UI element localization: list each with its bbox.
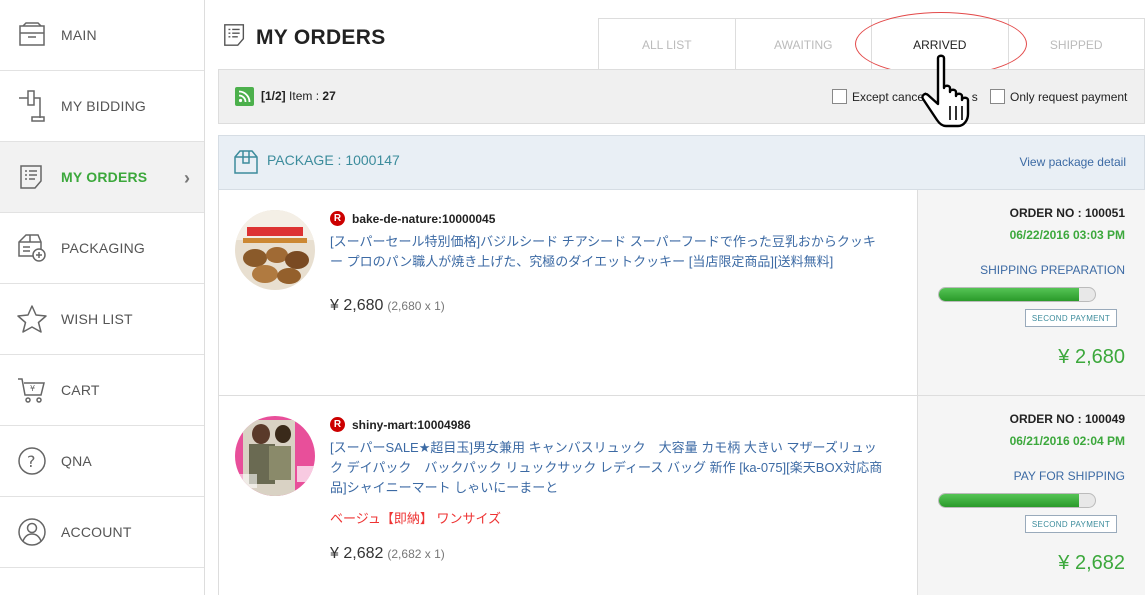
shop-name[interactable]: R shiny-mart:10004986 <box>330 417 471 432</box>
sidebar-item-packaging[interactable]: PACKAGING <box>0 213 204 284</box>
sidebar-item-label: MAIN <box>61 27 97 43</box>
page-indicator: [1/2] <box>261 89 286 103</box>
sidebar-item-cart[interactable]: ¥ CART <box>0 355 204 426</box>
rakuten-icon: R <box>330 417 345 432</box>
order-status: PAY FOR SHIPPING <box>1013 469 1125 483</box>
order-status-panel: ORDER NO : 100049 06/21/2016 02:04 PM PA… <box>917 396 1145 595</box>
shop-id: shiny-mart:10004986 <box>352 417 471 432</box>
sidebar-item-label: MY BIDDING <box>61 98 146 114</box>
cart-icon: ¥ <box>16 374 48 406</box>
price-detail: (2,680 x 1) <box>387 299 445 313</box>
only-request-payment-checkbox[interactable]: Only request payment <box>990 89 1127 104</box>
progress-bar <box>938 493 1096 508</box>
price-detail: (2,682 x 1) <box>387 547 445 561</box>
rakuten-icon: R <box>330 211 345 226</box>
order-date: 06/21/2016 02:04 PM <box>1009 434 1125 448</box>
order-date: 06/22/2016 03:03 PM <box>1009 228 1125 242</box>
order-list-icon <box>222 22 248 53</box>
item-price: ¥ 2,682 (2,682 x 1) <box>330 545 445 563</box>
star-icon <box>16 303 48 335</box>
sidebar-item-account[interactable]: ACCOUNT <box>0 497 204 568</box>
order-status-tabs: ALL LIST AWAITING ARRIVED SHIPPED <box>598 18 1145 70</box>
view-package-detail-link[interactable]: View package detail <box>1019 155 1126 169</box>
order-row: R shiny-mart:10004986 [スーパーSALE★超目玉]男女兼用… <box>218 396 1145 595</box>
inbox-icon <box>16 19 48 51</box>
svg-text:?: ? <box>27 452 36 471</box>
shop-name[interactable]: R bake-de-nature:10000045 <box>330 211 495 226</box>
sidebar-item-label: CART <box>61 382 100 398</box>
checkbox-box[interactable] <box>832 89 847 104</box>
second-payment-button[interactable]: SECOND PAYMENT <box>1025 309 1117 327</box>
svg-text:¥: ¥ <box>30 384 35 393</box>
order-total: ¥ 2,682 <box>1058 552 1125 574</box>
order-status-panel: ORDER NO : 100051 06/22/2016 03:03 PM SH… <box>917 190 1145 395</box>
sidebar-item-qna[interactable]: ? QNA <box>0 426 204 497</box>
checkbox-label: Except cancel <box>852 89 927 104</box>
progress-bar <box>938 287 1096 302</box>
filter-bar: [1/2] Item : 27 Except cancel s Only requ… <box>218 69 1145 124</box>
page-header: MY ORDERS <box>222 22 386 53</box>
package-title: PACKAGE : 1000147 <box>267 152 400 168</box>
product-thumbnail[interactable] <box>235 210 315 290</box>
tab-all-list[interactable]: ALL LIST <box>599 19 736 70</box>
price-value: ¥ 2,680 <box>330 297 384 314</box>
order-total: ¥ 2,680 <box>1058 346 1125 368</box>
order-number: ORDER NO : 100051 <box>1009 206 1125 220</box>
user-icon <box>16 516 48 548</box>
item-count: 27 <box>322 89 336 103</box>
sidebar-item-label: WISH LIST <box>61 311 133 327</box>
price-value: ¥ 2,682 <box>330 545 384 562</box>
sidebar-item-label: MY ORDERS <box>61 169 148 185</box>
product-title-link[interactable]: [スーパーSALE★超目玉]男女兼用 キャンバスリュック 大容量 カモ柄 大きい… <box>330 438 885 498</box>
sidebar-item-main[interactable]: MAIN <box>0 0 204 71</box>
checkbox-label: Only request payment <box>1010 89 1128 104</box>
product-thumbnail[interactable] <box>235 416 315 496</box>
sidebar: MAIN MY BIDDING MY ORDERS › PACKAGING WI… <box>0 0 205 595</box>
rss-icon[interactable] <box>235 87 254 106</box>
second-payment-button[interactable]: SECOND PAYMENT <box>1025 515 1117 533</box>
order-row: R bake-de-nature:10000045 [スーパーセール特別価格]バ… <box>218 190 1145 396</box>
chevron-right-icon: › <box>184 168 190 188</box>
checkbox-box[interactable] <box>990 89 1005 104</box>
order-list-icon <box>16 161 48 193</box>
tab-shipped[interactable]: SHIPPED <box>1008 19 1145 70</box>
hand-cursor-icon <box>918 54 982 128</box>
package-header: PACKAGE : 1000147 View package detail <box>218 135 1145 190</box>
progress-fill <box>939 288 1080 301</box>
item-count-label: Item : <box>289 89 320 103</box>
gavel-icon <box>16 90 48 122</box>
product-variant: ベージュ【即納】 ワンサイズ <box>330 511 502 526</box>
tab-awaiting[interactable]: AWAITING <box>735 19 872 70</box>
package-icon <box>233 149 259 180</box>
sidebar-item-wish-list[interactable]: WISH LIST <box>0 284 204 355</box>
sidebar-item-my-orders[interactable]: MY ORDERS › <box>0 142 204 213</box>
page-item-info: [1/2] Item : 27 <box>261 89 336 103</box>
question-icon: ? <box>16 445 48 477</box>
sidebar-item-label: PACKAGING <box>61 240 146 256</box>
shop-id: bake-de-nature:10000045 <box>352 211 496 226</box>
sidebar-item-my-bidding[interactable]: MY BIDDING <box>0 71 204 142</box>
item-price: ¥ 2,680 (2,680 x 1) <box>330 297 445 315</box>
order-status: SHIPPING PREPARATION <box>980 263 1125 277</box>
order-number: ORDER NO : 100049 <box>1009 412 1125 426</box>
sidebar-item-label: ACCOUNT <box>61 524 132 540</box>
page-title: MY ORDERS <box>256 25 386 49</box>
package-add-icon <box>16 232 48 264</box>
progress-fill <box>939 494 1080 507</box>
product-title-link[interactable]: [スーパーセール特別価格]バジルシード チアシード スーパーフードで作った豆乳お… <box>330 232 885 272</box>
sidebar-item-label: QNA <box>61 453 92 469</box>
